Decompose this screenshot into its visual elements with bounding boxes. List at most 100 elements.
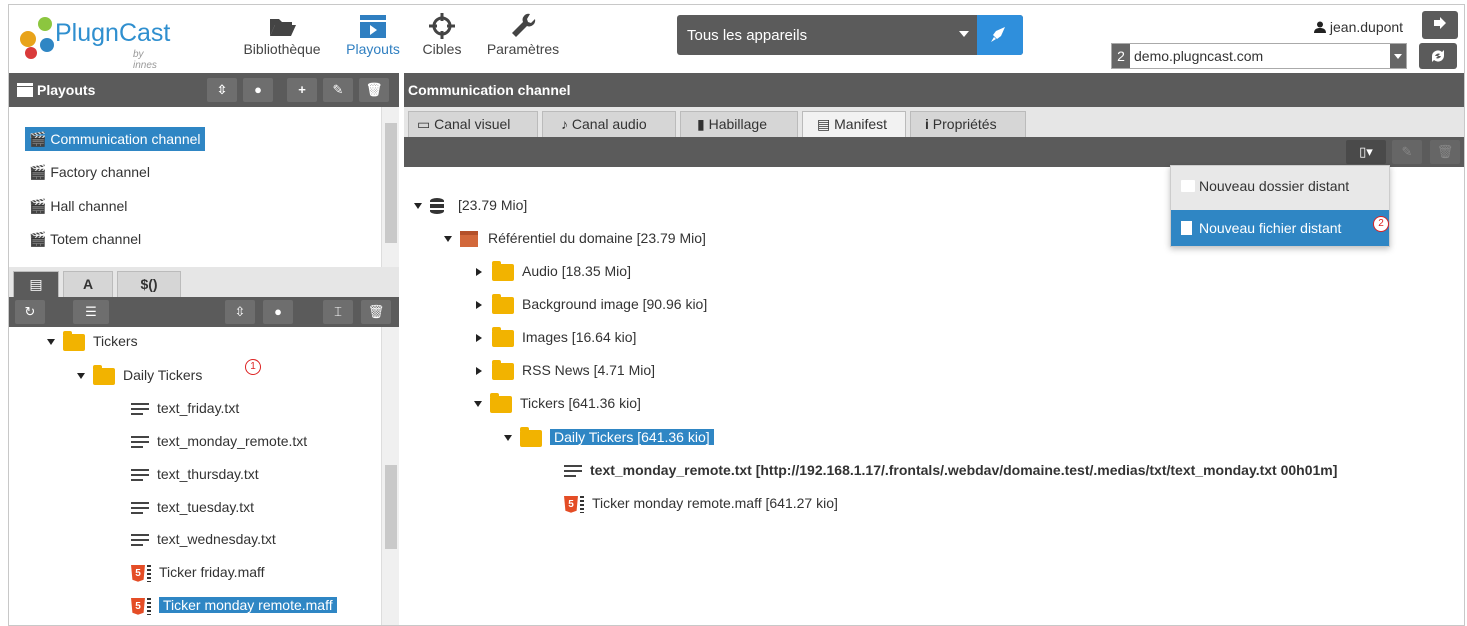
nav-label: Bibliothèque (243, 41, 321, 57)
tree-folder[interactable]: Background image [90.96 kio] (476, 292, 707, 316)
refresh-button[interactable]: ↻ (15, 300, 45, 324)
library-tabs: ▤ A $() (9, 267, 399, 297)
caret-right-icon[interactable] (476, 301, 482, 310)
tree-domain-repository[interactable]: Référentiel du domaine [23.79 Mio] (444, 226, 706, 250)
tree-file[interactable]: 5 Ticker monday remote.maff (131, 593, 337, 617)
tree-remote-file[interactable]: text_monday_remote.txt [http://192.168.1… (564, 458, 1337, 482)
tree-file[interactable]: text_monday_remote.txt (131, 429, 307, 453)
tab-archive[interactable]: ▤ (13, 271, 59, 297)
tree-file[interactable]: text_friday.txt (131, 396, 239, 420)
device-select-value: Tous les appareils (687, 27, 808, 44)
launch-button[interactable] (977, 15, 1023, 55)
folder-icon (492, 359, 514, 380)
folder-icon (1181, 180, 1195, 192)
scrollbar-thumb[interactable] (385, 123, 397, 243)
playout-list-scrollbar[interactable] (381, 107, 399, 267)
tab-label: A (82, 276, 94, 292)
add-playout-button[interactable]: + (287, 78, 317, 102)
playout-label: Hall channel (50, 198, 128, 214)
rename-button[interactable]: ⌶ (323, 300, 353, 324)
tab-proprietes[interactable]: i Propriétés (910, 111, 1026, 137)
tree-folder[interactable]: Tickers [641.36 kio] (474, 391, 641, 415)
tree-file[interactable]: text_thursday.txt (131, 462, 259, 486)
playout-item[interactable]: 🎬 Totem channel (25, 227, 145, 251)
refresh-domain-button[interactable] (1419, 43, 1457, 69)
sort-button[interactable]: ⇳ (225, 300, 255, 324)
tab-canal-audio[interactable]: ♪ Canal audio (542, 111, 676, 137)
nav-playouts[interactable]: Playouts (340, 11, 406, 57)
manifest-toolbar: ▯▾ ✎ 🗑 (404, 137, 1464, 167)
playout-item[interactable]: 🎬 Factory channel (25, 160, 154, 184)
caret-down-icon[interactable] (444, 236, 452, 243)
library-tree-scrollbar[interactable] (381, 327, 399, 625)
delete-button[interactable]: 🗑 (1430, 140, 1460, 164)
edit-playout-button[interactable]: ✎ (323, 78, 353, 102)
playout-item[interactable]: 🎬 Communication channel (25, 127, 205, 151)
tree-file[interactable]: text_wednesday.txt (131, 527, 276, 551)
list-view-button[interactable]: ☰ (73, 300, 109, 324)
domain-label: Référentiel du domaine [23.79 Mio] (488, 230, 706, 246)
logo-icon (20, 17, 54, 59)
device-select[interactable]: Tous les appareils (677, 15, 1023, 55)
delete-button[interactable]: 🗑 (361, 300, 391, 324)
rocket-icon (991, 27, 1005, 42)
file-label: text_monday_remote.txt [http://192.168.1… (590, 462, 1338, 478)
sort-button[interactable]: ⇳ (207, 78, 237, 102)
playout-item[interactable]: 🎬 Hall channel (25, 194, 131, 218)
delete-playout-button[interactable]: 🗑 (359, 78, 389, 102)
chevron-down-icon[interactable] (1390, 44, 1406, 68)
edit-button[interactable]: ✎ (1392, 140, 1422, 164)
folder-label: Images [16.64 kio] (522, 329, 637, 345)
scrollbar-thumb[interactable] (385, 465, 397, 549)
panel-title: Communication channel (408, 82, 571, 98)
playout-label: Totem channel (50, 231, 142, 247)
caret-down-icon[interactable] (47, 339, 55, 346)
tab-variables[interactable]: $() (117, 271, 181, 297)
tree-folder-daily-tickers[interactable]: Daily Tickers (77, 363, 202, 387)
nav-bibliotheque[interactable]: Bibliothèque (241, 11, 323, 57)
tab-habillage[interactable]: ▮ Habillage (680, 111, 798, 137)
tree-file[interactable]: 5 Ticker monday remote.maff [641.27 kio] (564, 491, 838, 515)
file-label: text_thursday.txt (157, 466, 259, 482)
tab-canal-visuel[interactable]: ▭ Canal visuel (408, 111, 538, 137)
zip-icon (147, 564, 151, 582)
domain-select[interactable]: 2 demo.plugncast.com (1111, 43, 1407, 69)
text-file-icon (131, 533, 149, 548)
new-file-dropdown-button[interactable]: ▯▾ (1346, 140, 1386, 164)
logout-button[interactable] (1422, 11, 1458, 39)
tree-root[interactable]: [23.79 Mio] (414, 193, 527, 217)
film-icon (17, 83, 33, 97)
user-icon: ● (274, 304, 282, 319)
caret-right-icon[interactable] (476, 367, 482, 376)
playout-list: 🎬 Communication channel 🎬 Factory channe… (9, 107, 399, 267)
tree-folder[interactable]: RSS News [4.71 Mio] (476, 358, 655, 382)
tree-folder-selected[interactable]: Daily Tickers [641.36 kio] (504, 425, 714, 449)
caret-down-icon[interactable] (414, 203, 422, 210)
caret-down-icon[interactable] (474, 401, 482, 408)
html5-icon: 5 (131, 597, 145, 615)
tree-folder-tickers[interactable]: Tickers (47, 329, 138, 353)
caret-right-icon[interactable] (476, 268, 482, 277)
folder-label: Daily Tickers (123, 367, 203, 383)
chevron-down-icon (959, 31, 969, 37)
nav-cibles[interactable]: Cibles (419, 11, 465, 57)
tree-file[interactable]: text_tuesday.txt (131, 495, 254, 519)
tab-manifest[interactable]: ▤ Manifest (802, 111, 906, 137)
tree-folder[interactable]: Audio [18.35 Mio] (476, 259, 631, 283)
menu-item-new-remote-folder[interactable]: Nouveau dossier distant (1171, 168, 1389, 204)
user-button[interactable]: ● (263, 300, 293, 324)
layout-icon: ▮ (697, 116, 705, 132)
trash-icon: 🗑 (1436, 144, 1454, 159)
caret-down-icon[interactable] (77, 373, 85, 380)
tree-file[interactable]: 5 Ticker friday.maff (131, 560, 265, 584)
tab-text[interactable]: A (63, 271, 113, 297)
refresh-icon (1432, 50, 1444, 62)
nav-parametres[interactable]: Paramètres (483, 11, 563, 57)
user-button[interactable]: ● (243, 78, 273, 102)
tree-folder[interactable]: Images [16.64 kio] (476, 325, 636, 349)
playout-detail-header: Communication channel (404, 73, 1464, 107)
caret-right-icon[interactable] (476, 334, 482, 343)
menu-item-new-remote-file[interactable]: Nouveau fichier distant (1171, 210, 1389, 246)
caret-down-icon[interactable] (504, 435, 512, 442)
playout-tabs: ▭ Canal visuel ♪ Canal audio ▮ Habillage… (404, 107, 1464, 137)
